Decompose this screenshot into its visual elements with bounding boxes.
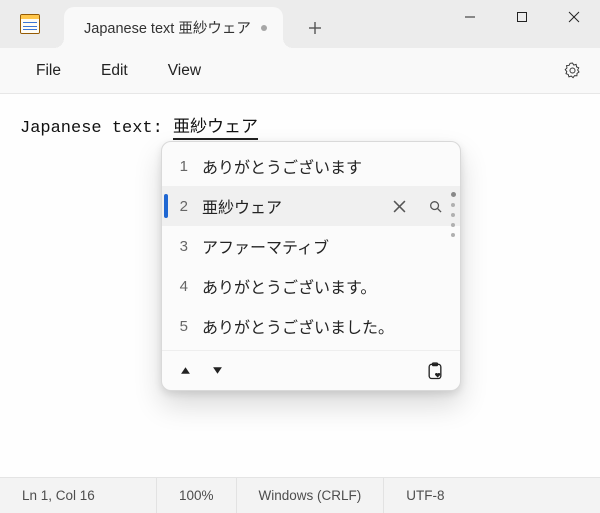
ime-clipboard-button[interactable] <box>422 358 448 384</box>
candidate-number: 1 <box>176 158 188 175</box>
status-line-ending[interactable]: Windows (CRLF) <box>236 478 384 513</box>
ime-candidate[interactable]: 3 アファーマティブ <box>162 226 460 266</box>
new-tab-button[interactable] <box>295 7 335 48</box>
clipboard-heart-icon <box>425 361 445 381</box>
candidate-number: 2 <box>176 198 188 215</box>
candidate-text: ありがとうございます。 <box>202 274 446 298</box>
candidate-text: ありがとうございました。 <box>202 314 446 338</box>
search-icon <box>429 200 442 213</box>
candidate-list: 1 ありがとうございます 2 亜紗ウェア 3 アファーマティブ 4 ありがとうご… <box>162 142 460 350</box>
triangle-down-icon <box>212 365 223 376</box>
candidate-text: 亜紗ウェア <box>202 194 374 218</box>
status-zoom[interactable]: 100% <box>156 478 236 513</box>
plus-icon <box>308 21 322 35</box>
tab-title: Japanese text 亜紗ウェア <box>84 17 251 38</box>
ime-candidate[interactable]: 4 ありがとうございます。 <box>162 266 460 306</box>
editor-line: Japanese text: 亜紗ウェア <box>20 119 258 140</box>
menu-view[interactable]: View <box>150 58 219 84</box>
modified-indicator-icon <box>261 25 267 31</box>
ime-prev-page-button[interactable] <box>174 360 196 382</box>
candidate-text: アファーマティブ <box>202 234 446 258</box>
ime-composing-text: 亜紗ウェア <box>173 119 258 140</box>
text-editor[interactable]: Japanese text: 亜紗ウェア 1 ありがとうございます 2 亜紗ウェ… <box>0 94 600 477</box>
minimize-button[interactable] <box>444 0 496 34</box>
candidate-text: ありがとうございます <box>202 154 446 178</box>
ime-candidate-window: 1 ありがとうございます 2 亜紗ウェア 3 アファーマティブ 4 ありがとうご… <box>161 141 461 391</box>
ime-next-page-button[interactable] <box>206 360 228 382</box>
menu-bar: File Edit View <box>0 48 600 94</box>
ime-candidate[interactable]: 2 亜紗ウェア <box>162 186 460 226</box>
close-button[interactable] <box>548 0 600 34</box>
close-icon <box>568 11 580 23</box>
status-encoding[interactable]: UTF-8 <box>383 478 466 513</box>
notepad-app-icon <box>20 14 40 34</box>
line-prefix: Japanese text: <box>20 119 173 138</box>
candidate-search-button[interactable] <box>424 195 446 217</box>
status-bar: Ln 1, Col 16 100% Windows (CRLF) UTF-8 <box>0 477 600 513</box>
ime-candidate[interactable]: 5 ありがとうございました。 <box>162 306 460 346</box>
candidate-number: 3 <box>176 238 188 255</box>
minimize-icon <box>464 11 476 23</box>
candidate-number: 4 <box>176 278 188 295</box>
triangle-up-icon <box>180 365 191 376</box>
gear-icon <box>563 61 582 80</box>
status-cursor-position[interactable]: Ln 1, Col 16 <box>0 478 156 513</box>
ime-footer <box>162 350 460 390</box>
candidate-number: 5 <box>176 318 188 335</box>
candidate-remove-button[interactable] <box>388 195 410 217</box>
candidate-scrollbar[interactable] <box>451 192 456 237</box>
close-icon <box>393 200 406 213</box>
maximize-icon <box>516 11 528 23</box>
tab-strip: Japanese text 亜紗ウェア <box>64 0 444 48</box>
document-tab[interactable]: Japanese text 亜紗ウェア <box>64 7 283 48</box>
title-bar: Japanese text 亜紗ウェア <box>0 0 600 48</box>
menu-file[interactable]: File <box>18 58 79 84</box>
ime-candidate[interactable]: 1 ありがとうございます <box>162 146 460 186</box>
window-controls <box>444 0 600 48</box>
settings-button[interactable] <box>554 53 590 89</box>
menu-edit[interactable]: Edit <box>83 58 146 84</box>
maximize-button[interactable] <box>496 0 548 34</box>
